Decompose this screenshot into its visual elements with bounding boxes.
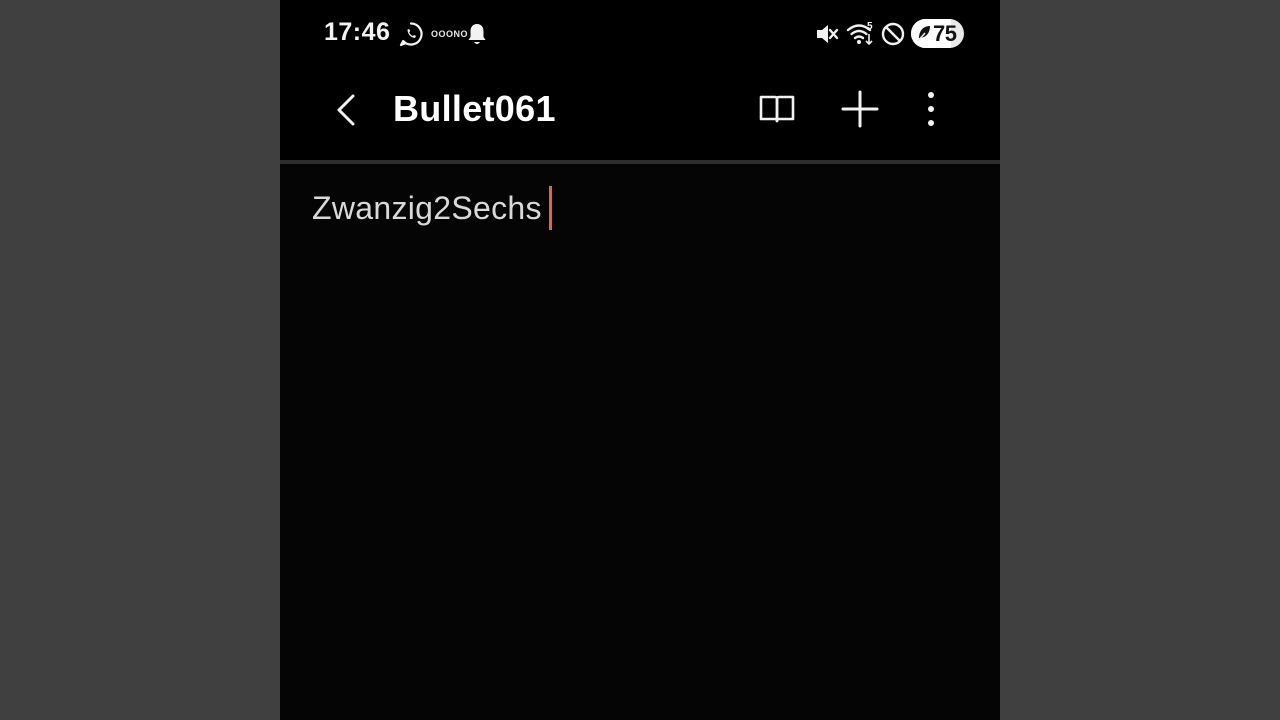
wifi-icon: 5 xyxy=(846,21,873,46)
battery-level: 75 xyxy=(933,21,957,46)
page-title: Bullet061 xyxy=(393,88,556,129)
status-mini-text: OOONO xyxy=(431,29,469,39)
bell-icon xyxy=(468,24,486,44)
add-button[interactable] xyxy=(838,86,882,132)
whatsapp-icon xyxy=(399,22,423,47)
plus-icon xyxy=(841,90,879,128)
battery-indicator: 75 xyxy=(911,19,964,48)
status-time: 17:46 xyxy=(324,18,391,46)
app-bar: Bullet061 xyxy=(280,66,1000,160)
book-icon xyxy=(759,95,795,123)
phone-screen: 17:46 OOONO 5 75 Bullet061 Zwanzig2Sechs xyxy=(280,0,1000,720)
chevron-left-icon xyxy=(337,94,355,126)
more-vert-icon xyxy=(928,92,934,126)
wifi-label: 5 xyxy=(867,21,873,32)
note-text[interactable]: Zwanzig2Sechs xyxy=(312,190,542,227)
text-cursor xyxy=(548,186,552,230)
status-bar: 17:46 OOONO 5 75 xyxy=(280,0,1000,66)
reading-mode-button[interactable] xyxy=(755,86,799,132)
do-not-disturb-icon xyxy=(881,22,905,46)
mute-icon xyxy=(817,25,839,43)
note-editor[interactable]: Zwanzig2Sechs xyxy=(280,164,1000,720)
note-line[interactable]: Zwanzig2Sechs xyxy=(312,186,552,230)
more-options-button[interactable] xyxy=(909,86,953,132)
back-button[interactable] xyxy=(326,88,366,132)
battery-saver-icon xyxy=(917,26,930,42)
